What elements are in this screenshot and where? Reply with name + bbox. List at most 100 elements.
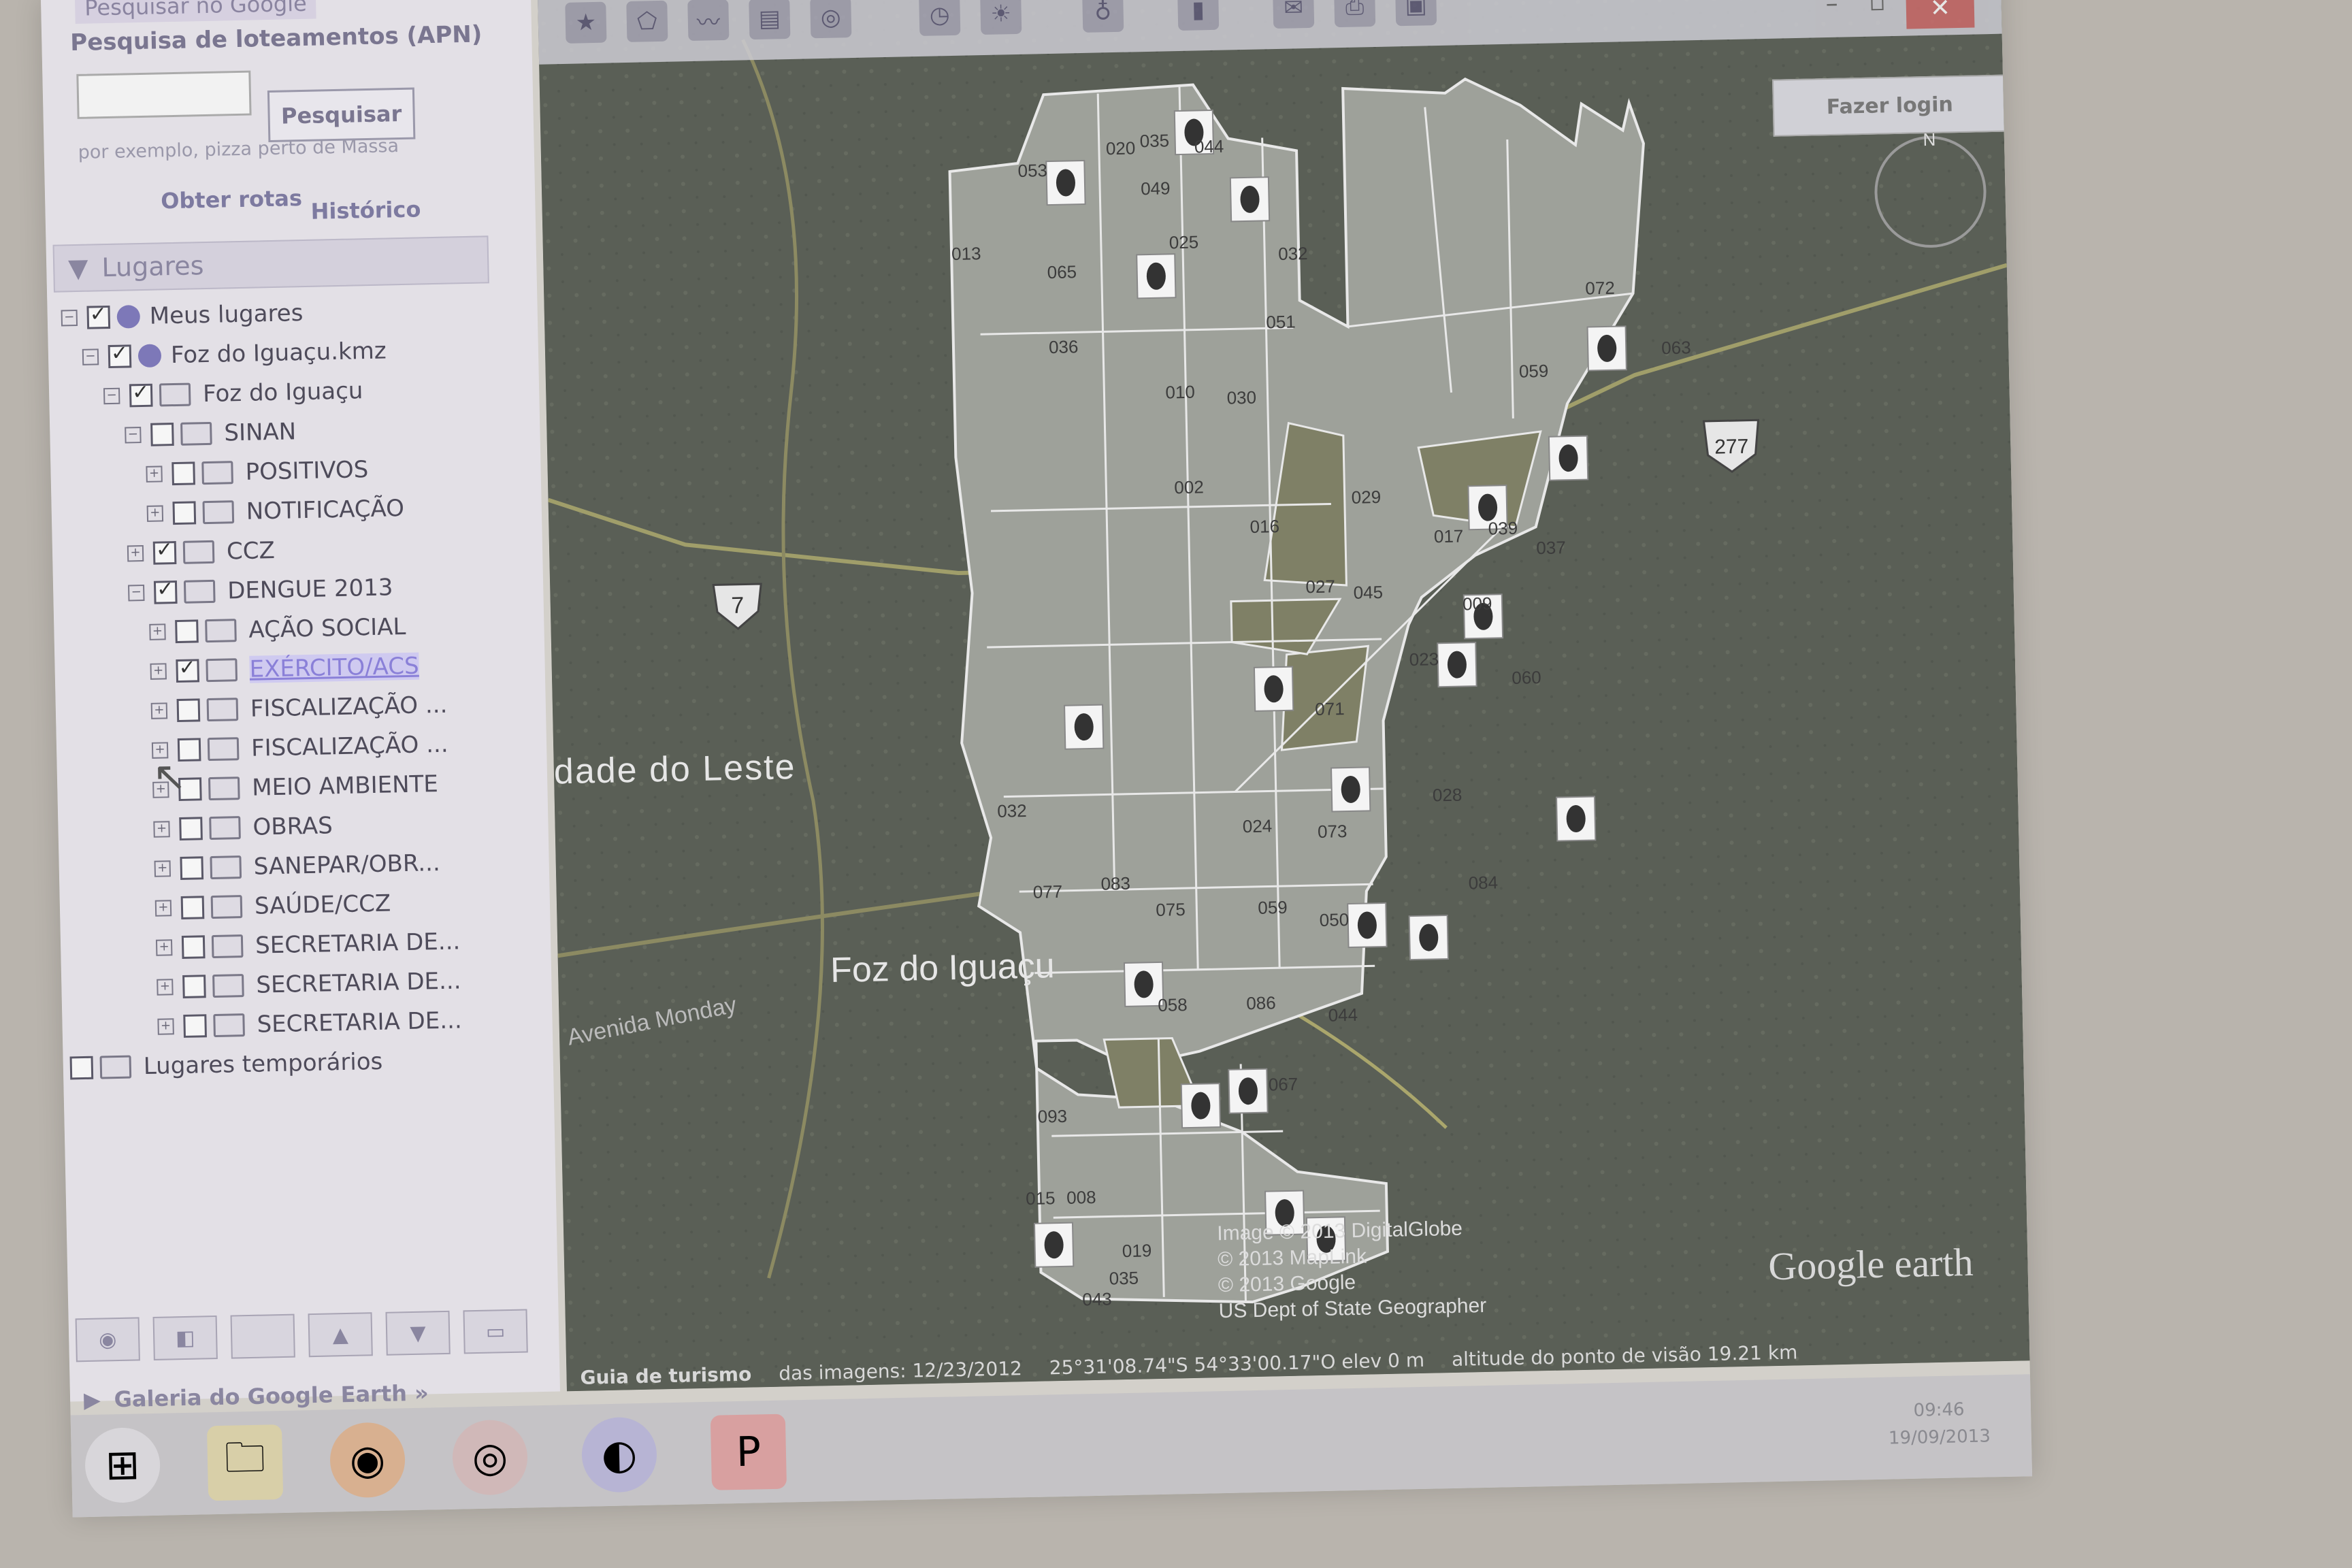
tree-item[interactable]: + POSITIVOS — [146, 451, 369, 493]
tree-item[interactable]: + FISCALIZAÇÃO ... — [150, 686, 448, 730]
collapse-icon[interactable]: − — [61, 309, 78, 327]
login-button[interactable]: Fazer login — [1772, 74, 2008, 137]
expand-icon[interactable]: + — [146, 466, 163, 483]
zone-label: 043 — [1082, 1288, 1112, 1309]
tree-checkbox[interactable] — [150, 423, 174, 446]
ruler-icon[interactable]: ▮ — [1177, 0, 1220, 31]
move-up-icon[interactable]: ▲ — [308, 1312, 373, 1358]
globe-icon — [116, 305, 141, 329]
print-icon[interactable]: ⎙ — [1334, 0, 1376, 28]
tree-item[interactable]: + FISCALIZAÇÃO ... — [151, 725, 449, 770]
history-icon[interactable]: ◷ — [919, 0, 961, 36]
tree-checkbox[interactable] — [179, 817, 203, 841]
expand-icon[interactable]: + — [154, 900, 172, 917]
expand-icon[interactable]: + — [127, 545, 144, 562]
tree-item[interactable]: + SECRETARIA DE... — [155, 922, 461, 966]
expand-icon[interactable]: + — [155, 939, 173, 956]
expand-icon[interactable]: + — [150, 663, 167, 680]
zone-label: 067 — [1268, 1074, 1298, 1095]
clock[interactable]: 09:46 19/09/2013 — [1888, 1395, 1991, 1452]
tree-checkbox[interactable] — [180, 896, 205, 919]
expand-icon[interactable]: + — [154, 860, 172, 877]
split-view-icon[interactable]: ◧ — [152, 1316, 218, 1360]
move-down-icon[interactable]: ▼ — [385, 1310, 451, 1356]
tree-checkbox[interactable] — [183, 1014, 207, 1038]
tree-item[interactable]: + SANEPAR/OBR... — [154, 844, 440, 888]
history-link[interactable]: Histórico — [310, 196, 421, 224]
zone-label: 025 — [1169, 231, 1199, 252]
tree-item[interactable]: + MEIO AMBIENTE — [152, 765, 439, 809]
tree-item[interactable]: + SECRETARIA DE... — [157, 1001, 462, 1045]
image-icon[interactable]: ▣ — [1394, 0, 1437, 27]
blank-tool[interactable] — [230, 1313, 295, 1359]
tree-item[interactable]: − DENGUE 2013 — [128, 568, 393, 612]
tree-item[interactable]: Lugares temporários — [69, 1043, 383, 1088]
tree-checkbox[interactable] — [69, 1056, 94, 1080]
star-icon[interactable]: ★ — [565, 1, 607, 44]
map-canvas[interactable]: 053020 035 044049025032013065051036010 0300… — [537, 0, 2030, 1392]
firefox-icon[interactable]: ◉ — [329, 1422, 406, 1499]
tree-checkbox[interactable] — [182, 975, 206, 998]
search-input[interactable] — [76, 70, 252, 119]
expand-icon[interactable]: + — [157, 979, 174, 996]
chrome-icon[interactable]: ◎ — [451, 1419, 529, 1496]
tree-checkbox[interactable] — [181, 935, 206, 959]
email-icon[interactable]: ✉ — [1273, 0, 1315, 29]
tree-checkbox[interactable] — [176, 659, 200, 683]
close-icon[interactable]: ✕ — [1906, 0, 1975, 29]
tree-checkbox[interactable] — [86, 305, 111, 329]
tree-item[interactable]: + AÇÃO SOCIAL — [149, 608, 406, 651]
start-icon[interactable]: ⊞ — [84, 1426, 161, 1504]
zone-label: 049 — [1141, 178, 1171, 199]
tree-item[interactable]: + EXÉRCITO/ACS — [150, 647, 419, 691]
get-directions-link[interactable]: Obter rotas — [161, 185, 302, 214]
search-button[interactable]: Pesquisar — [267, 87, 416, 143]
powerpoint-icon[interactable]: P — [710, 1414, 787, 1490]
tree-checkbox[interactable] — [129, 383, 153, 408]
tree-item[interactable]: − Foz do Iguaçu — [103, 372, 363, 415]
tree-item[interactable]: − Foz do Iguaçu.kmz — [82, 331, 387, 376]
collapse-icon[interactable]: − — [125, 427, 142, 444]
zone-label: 008 — [1066, 1187, 1096, 1208]
tree-item[interactable]: + CCZ — [127, 532, 275, 573]
places-header[interactable]: ▼ Lugares — [52, 235, 489, 293]
tree-item[interactable]: + NOTIFICAÇÃO — [146, 489, 404, 533]
tree-checkbox[interactable] — [172, 501, 197, 525]
maximize-icon[interactable]: ▫ — [1869, 0, 1886, 17]
minimize-icon[interactable]: – — [1825, 0, 1838, 18]
collapse-icon[interactable]: − — [82, 348, 99, 365]
tree-checkbox[interactable] — [175, 619, 199, 644]
path-icon[interactable]: 〰 — [687, 0, 730, 42]
tree-item[interactable]: + OBRAS — [153, 806, 333, 848]
tree-checkbox[interactable] — [176, 698, 201, 723]
tree-item[interactable]: + SAÚDE/CCZ — [154, 885, 391, 928]
sun-icon[interactable]: ☀ — [980, 0, 1022, 35]
places-view-icon[interactable]: ◉ — [75, 1317, 140, 1362]
map-view[interactable]: 053 020 035 044 049 025 032 013 065 051 036 010 030 0… — [537, 0, 2030, 1392]
polygon-icon[interactable]: ⬠ — [626, 0, 668, 42]
tree-checkbox[interactable] — [180, 856, 204, 880]
tree-item[interactable]: + SECRETARIA DE... — [157, 962, 461, 1006]
expand-icon[interactable]: + — [150, 702, 168, 719]
tree-item[interactable]: − Meus lugares — [61, 294, 304, 337]
tour-icon[interactable]: ◎ — [810, 0, 852, 39]
tree-checkbox[interactable] — [153, 581, 178, 604]
collapse-icon[interactable]: − — [103, 387, 120, 405]
new-folder-icon[interactable]: ▭ — [463, 1309, 528, 1354]
tree-item-label: AÇÃO SOCIAL — [248, 612, 406, 644]
google-earth-icon[interactable]: ◐ — [581, 1416, 658, 1493]
expand-icon[interactable]: + — [146, 505, 164, 522]
expand-icon[interactable]: + — [153, 821, 170, 838]
expand-icon[interactable]: + — [157, 1018, 174, 1035]
expand-icon[interactable]: + — [149, 623, 166, 640]
tree-checkbox[interactable] — [172, 461, 195, 486]
tree-item[interactable]: − SINAN — [125, 412, 297, 454]
search-tab[interactable]: Pesquisar no Google — [74, 0, 317, 24]
planet-icon[interactable]: ♁ — [1082, 0, 1124, 33]
tour-guide-label[interactable]: Guia de turismo — [580, 1362, 751, 1388]
tree-checkbox[interactable] — [108, 344, 132, 369]
collapse-icon[interactable]: − — [128, 585, 145, 602]
tree-checkbox[interactable] — [152, 541, 177, 565]
file-explorer-icon[interactable]: 🗀 — [206, 1424, 284, 1501]
overlay-icon[interactable]: ▤ — [749, 0, 791, 40]
